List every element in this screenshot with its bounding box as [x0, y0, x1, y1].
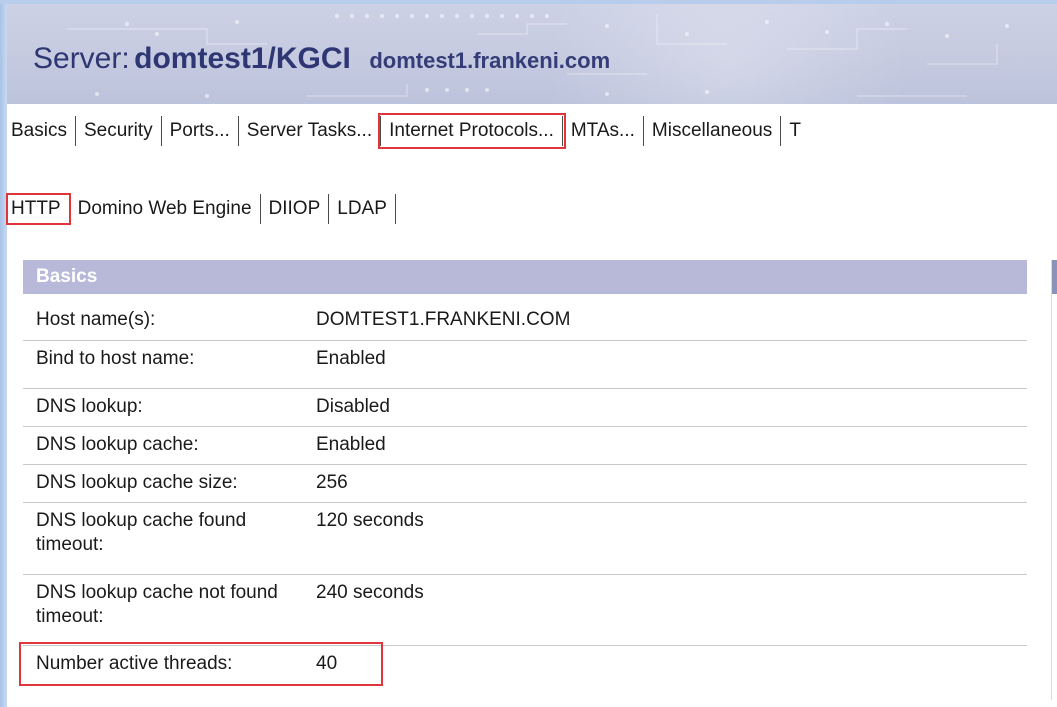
tab-http[interactable]: HTTP: [6, 193, 71, 225]
protocol-sub-tab-bar: HTTP Domino Web Engine DIIOP LDAP: [6, 192, 396, 226]
tab-server-tasks[interactable]: Server Tasks...: [239, 116, 382, 146]
tab-domino-web-engine[interactable]: Domino Web Engine: [70, 194, 261, 224]
server-header-banner: Server: domtest1/KGCI domtest1.frankeni.…: [7, 4, 1057, 104]
tab-miscellaneous[interactable]: Miscellaneous: [644, 116, 782, 146]
field-label: DNS lookup:: [36, 396, 143, 417]
field-label: DNS lookup cache:: [36, 434, 199, 455]
tab-ldap[interactable]: LDAP: [329, 194, 396, 224]
table-row-dns-lookup: DNS lookup: Disabled: [23, 389, 1027, 427]
main-tab-bar: Basics Security Ports... Server Tasks...…: [7, 113, 809, 149]
tab-internet-protocols[interactable]: Internet Protocols...: [378, 113, 566, 149]
field-value: DOMTEST1.FRANKENI.COM: [316, 309, 571, 330]
field-value: Enabled: [316, 348, 386, 369]
server-hostname: domtest1.frankeni.com: [369, 48, 611, 73]
field-label: Host name(s):: [36, 309, 156, 330]
http-basics-table: Host name(s): DOMTEST1.FRANKENI.COM Bind…: [23, 302, 1027, 688]
field-label: Bind to host name:: [36, 348, 195, 369]
server-document-panel: Basics Security Ports... Server Tasks...…: [6, 104, 1057, 707]
scrollbar-track[interactable]: [1051, 260, 1052, 700]
field-value: 256: [316, 472, 348, 493]
field-label: DNS lookup cache found timeout:: [36, 510, 247, 555]
table-row-dns-lookup-cache-size: DNS lookup cache size: 256: [23, 465, 1027, 503]
table-row-dns-cache-found-timeout: DNS lookup cache found timeout: 120 seco…: [23, 503, 1027, 575]
window-frame-left: [0, 0, 7, 707]
tab-ports[interactable]: Ports...: [162, 116, 239, 146]
tab-basics[interactable]: Basics: [7, 116, 76, 146]
scrollbar-thumb[interactable]: [1052, 260, 1057, 294]
server-name: domtest1/KGCI: [134, 42, 351, 75]
table-row-dns-lookup-cache: DNS lookup cache: Enabled: [23, 427, 1027, 465]
field-label: DNS lookup cache not found timeout:: [36, 582, 278, 627]
field-value: 240 seconds: [316, 582, 424, 603]
server-label: Server:: [33, 42, 130, 75]
field-value: Disabled: [316, 396, 390, 417]
server-title: Server: domtest1/KGCI domtest1.frankeni.…: [33, 42, 610, 76]
tab-diiop[interactable]: DIIOP: [261, 194, 330, 224]
field-label: DNS lookup cache size:: [36, 472, 238, 493]
field-value: 120 seconds: [316, 510, 424, 531]
tab-mtas[interactable]: MTAs...: [563, 116, 644, 146]
table-row-bind-to-host-name: Bind to host name: Enabled: [23, 341, 1027, 389]
tab-truncated[interactable]: T: [781, 116, 809, 146]
highlight-annotation-active-threads: [19, 642, 383, 686]
table-row-host-names: Host name(s): DOMTEST1.FRANKENI.COM: [23, 302, 1027, 341]
table-row-dns-cache-not-found-timeout: DNS lookup cache not found timeout: 240 …: [23, 575, 1027, 646]
section-header-basics: Basics: [23, 260, 1027, 294]
field-value: Enabled: [316, 434, 386, 455]
tab-security[interactable]: Security: [76, 116, 162, 146]
